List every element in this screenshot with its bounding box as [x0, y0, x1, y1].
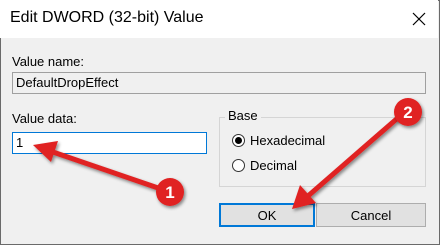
base-label: Base: [225, 108, 261, 123]
cancel-button[interactable]: Cancel: [316, 203, 426, 227]
close-icon: [412, 12, 426, 26]
radio-hexadecimal-label: Hexadecimal: [250, 133, 326, 148]
ok-button[interactable]: OK: [219, 203, 315, 227]
value-name-field[interactable]: DefaultDropEffect: [12, 72, 426, 94]
close-button[interactable]: [400, 0, 438, 38]
title-bar: Edit DWORD (32-bit) Value: [0, 0, 438, 38]
value-name-label: Value name:: [12, 54, 85, 69]
radio-hexadecimal[interactable]: Hexadecimal: [232, 133, 325, 148]
radio-decimal-label: Decimal: [250, 158, 297, 173]
value-data-label: Value data:: [12, 111, 77, 126]
radio-checked-icon: [232, 134, 245, 147]
base-groupbox: [219, 117, 426, 187]
radio-unchecked-icon: [232, 159, 245, 172]
value-data-input[interactable]: 1: [12, 132, 207, 154]
window-title: Edit DWORD (32-bit) Value: [10, 9, 204, 26]
radio-decimal[interactable]: Decimal: [232, 158, 297, 173]
